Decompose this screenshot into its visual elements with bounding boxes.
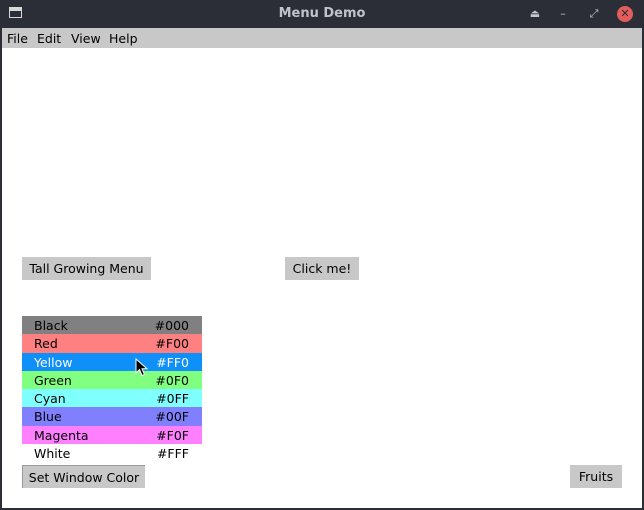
minimize-icon[interactable]: – [554, 5, 572, 23]
app-window: Menu Demo ⏏ – ⤢ ✕ File Edit View Help Ta… [0, 0, 644, 510]
fruits-button[interactable]: Fruits [570, 465, 622, 488]
menu-file[interactable]: File [7, 31, 28, 46]
color-item-blue[interactable]: Blue #00F [22, 407, 202, 426]
color-item-magenta[interactable]: Magenta #F0F [22, 425, 202, 445]
color-hex: #FF0 [156, 354, 189, 370]
mouse-cursor-icon [135, 358, 149, 377]
menu-view[interactable]: View [71, 31, 101, 46]
tall-growing-menu-button[interactable]: Tall Growing Menu [22, 257, 151, 280]
click-me-button[interactable]: Click me! [285, 257, 359, 280]
color-hex: #FFF [156, 446, 189, 462]
close-icon[interactable]: ✕ [617, 6, 633, 22]
color-name: Blue [34, 409, 62, 425]
color-item-black[interactable]: Black #000 [22, 316, 202, 335]
color-name: Cyan [34, 391, 66, 407]
color-item-green[interactable]: Green #0F0 [22, 370, 202, 390]
color-hex: #0FF [156, 391, 189, 407]
color-hex: #000 [154, 318, 189, 333]
color-hex: #0F0 [155, 372, 189, 388]
menu-edit[interactable]: Edit [37, 31, 61, 46]
color-list: Black #000 Red #F00 Yellow #FF0 Green #0F0 Cyan #… [22, 316, 202, 463]
color-hex: #00F [155, 409, 189, 425]
window-title: Menu Demo [278, 6, 366, 21]
color-name: Yellow [34, 354, 73, 370]
color-item-white[interactable]: White #FFF [22, 444, 202, 463]
color-item-yellow[interactable]: Yellow #FF0 [22, 352, 202, 371]
eject-icon[interactable]: ⏏ [526, 5, 544, 23]
menu-bar: File Edit View Help [2, 28, 642, 48]
menu-help[interactable]: Help [109, 31, 138, 46]
color-name: Magenta [34, 427, 89, 443]
color-item-cyan[interactable]: Cyan #0FF [22, 389, 202, 408]
color-name: Black [34, 318, 68, 333]
color-name: Green [34, 372, 72, 388]
color-hex: #F0F [156, 427, 189, 443]
color-item-red[interactable]: Red #F00 [22, 334, 202, 353]
set-window-color-button[interactable]: Set Window Color [22, 465, 145, 488]
restore-icon[interactable]: ⤢ [585, 5, 603, 23]
title-bar[interactable]: Menu Demo ⏏ – ⤢ ✕ [0, 0, 644, 28]
color-name: White [34, 446, 71, 462]
color-hex: #F00 [155, 336, 189, 352]
color-name: Red [34, 336, 58, 352]
